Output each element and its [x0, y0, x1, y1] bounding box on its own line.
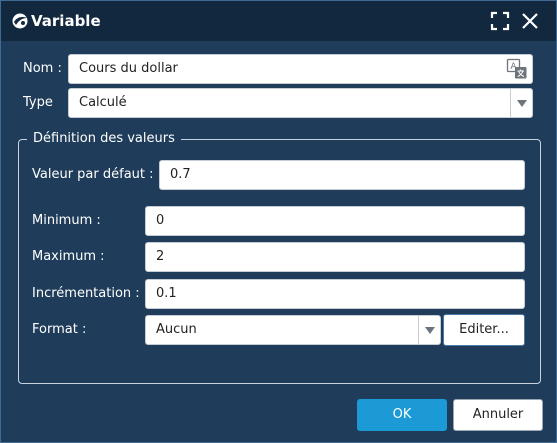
type-select[interactable]: Calculé: [68, 88, 533, 118]
type-value: Calculé: [79, 95, 127, 110]
minimum-input[interactable]: 0: [145, 206, 525, 236]
window-title: Variable: [31, 12, 101, 30]
format-select[interactable]: Aucun: [145, 315, 441, 345]
default-value: 0.7: [170, 167, 191, 182]
maximum-value: 2: [156, 249, 165, 264]
increment-label: Incrémentation :: [32, 286, 140, 301]
name-input[interactable]: Cours du dollar A: [68, 54, 533, 84]
increment-value: 0.1: [156, 286, 177, 301]
close-icon[interactable]: [520, 11, 540, 31]
app-logo-icon: [12, 13, 28, 29]
ok-button[interactable]: OK: [357, 399, 447, 431]
title-bar[interactable]: Variable: [1, 1, 556, 41]
variable-dialog: Variable Nom : Cours du dollar A Type Ca…: [0, 0, 557, 443]
chevron-down-icon[interactable]: [510, 89, 532, 117]
minimum-label: Minimum :: [32, 213, 101, 228]
values-group-legend: Définition des valeurs: [27, 130, 181, 148]
maximum-input[interactable]: 2: [145, 242, 525, 272]
maximize-icon[interactable]: [490, 11, 510, 31]
cancel-button[interactable]: Annuler: [453, 399, 543, 431]
name-value: Cours du dollar: [79, 61, 178, 76]
minimum-value: 0: [156, 213, 165, 228]
maximum-label: Maximum :: [32, 249, 105, 264]
name-label: Nom :: [23, 61, 62, 76]
default-value-label: Valeur par défaut :: [32, 167, 154, 182]
type-label: Type: [23, 95, 53, 110]
default-value-input[interactable]: 0.7: [159, 160, 525, 190]
chevron-down-icon[interactable]: [418, 316, 440, 344]
format-value: Aucun: [156, 322, 197, 337]
translate-icon[interactable]: A: [506, 58, 528, 80]
format-label: Format :: [32, 322, 87, 337]
increment-input[interactable]: 0.1: [145, 279, 525, 309]
edit-format-button[interactable]: Editer...: [443, 314, 525, 346]
